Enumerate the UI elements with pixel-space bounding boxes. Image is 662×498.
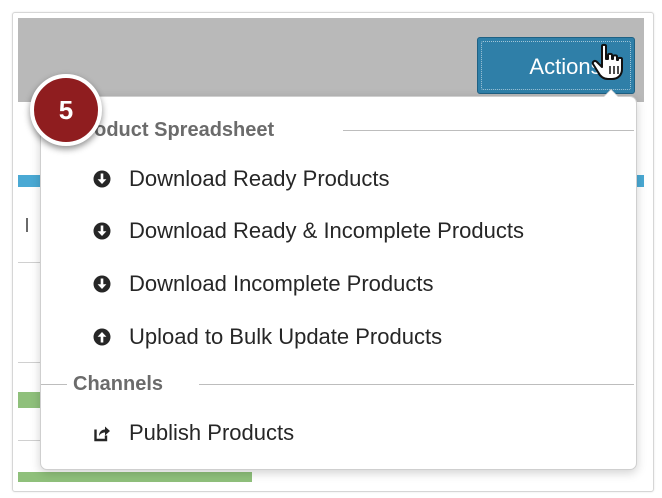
download-circle-icon: [93, 222, 111, 240]
download-circle-icon: [93, 275, 111, 293]
share-icon: [94, 426, 110, 442]
menu-item-label: Download Ready Products: [129, 166, 390, 191]
section-divider: [343, 130, 634, 131]
section-title: Channels: [73, 373, 164, 395]
menu-item-download-incomplete-products[interactable]: Download Incomplete Products: [41, 264, 638, 304]
background-status-bar: [18, 392, 42, 408]
background-row-divider: [18, 440, 42, 441]
menu-item-label: Upload to Bulk Update Products: [129, 324, 443, 349]
upload-circle-icon: [93, 328, 111, 346]
menu-item-label: Download Incomplete Products: [129, 271, 434, 296]
section-title: Product Spreadsheet: [73, 119, 275, 141]
background-column-marker: [26, 218, 28, 232]
menu-item-publish-products[interactable]: Publish Products: [41, 413, 638, 453]
menu-item-label: Publish Products: [129, 420, 295, 445]
background-row-highlight: [18, 175, 42, 187]
menu-item-upload-bulk-update-products[interactable]: Upload to Bulk Update Products: [41, 317, 638, 357]
background-status-bar: [18, 472, 252, 482]
download-circle-icon: [93, 170, 111, 188]
step-number-badge: 5: [30, 74, 102, 146]
section-header-product-spreadsheet: Product Spreadsheet: [41, 115, 638, 145]
background-row-divider: [18, 362, 42, 363]
menu-item-download-ready-and-incomplete-products[interactable]: Download Ready & Incomplete Products: [41, 211, 638, 251]
section-divider: [41, 384, 67, 385]
actions-dropdown-menu: Product Spreadsheet Download Ready Produ…: [40, 89, 638, 470]
background-row-divider: [18, 262, 42, 263]
menu-item-label: Download Ready & Incomplete Products: [129, 218, 524, 243]
pointer-hand-icon: [591, 43, 623, 80]
section-divider: [199, 384, 634, 385]
menu-item-download-ready-products[interactable]: Download Ready Products: [41, 159, 638, 199]
section-header-channels: Channels: [41, 369, 638, 399]
